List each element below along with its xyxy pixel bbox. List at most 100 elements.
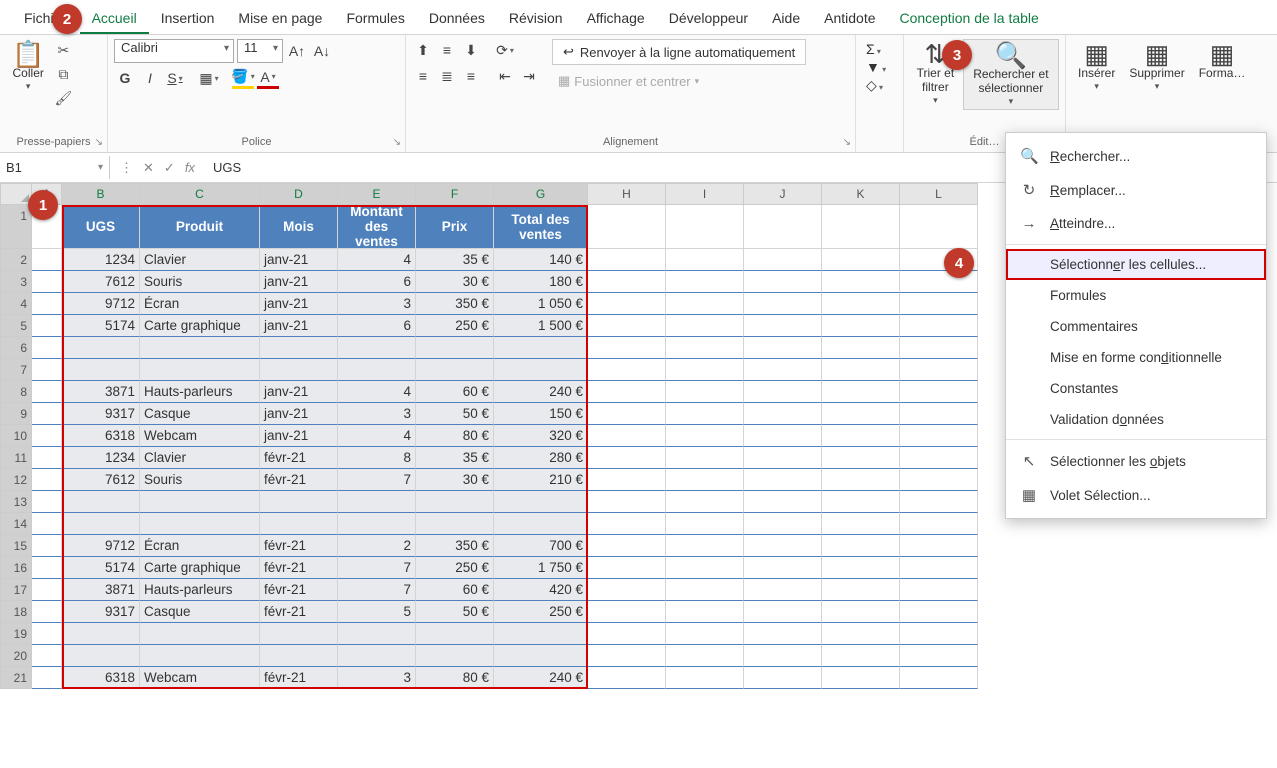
- table-cell[interactable]: [62, 359, 140, 381]
- col-header-F[interactable]: F: [416, 183, 494, 205]
- table-cell[interactable]: janv-21: [260, 403, 338, 425]
- table-cell[interactable]: 6: [338, 271, 416, 293]
- table-cell[interactable]: 7: [338, 469, 416, 491]
- underline-button[interactable]: S: [164, 67, 186, 89]
- table-cell[interactable]: Carte graphique: [140, 315, 260, 337]
- table-cell[interactable]: févr-21: [260, 601, 338, 623]
- insert-cells-button[interactable]: ▦ Insérer ▾: [1072, 39, 1121, 94]
- paste-button[interactable]: 📋 Coller ▾: [6, 39, 50, 94]
- borders-button[interactable]: ▦: [198, 67, 220, 89]
- table-cell[interactable]: 4: [338, 425, 416, 447]
- table-cell[interactable]: [494, 337, 588, 359]
- table-cell[interactable]: Carte graphique: [140, 557, 260, 579]
- row-header[interactable]: 21: [0, 667, 32, 689]
- table-cell[interactable]: Hauts-parleurs: [140, 579, 260, 601]
- table-cell[interactable]: [62, 623, 140, 645]
- table-cell[interactable]: 240 €: [494, 667, 588, 689]
- table-cell[interactable]: Hauts-parleurs: [140, 381, 260, 403]
- table-cell[interactable]: 1234: [62, 249, 140, 271]
- table-cell[interactable]: [62, 513, 140, 535]
- table-cell[interactable]: 180 €: [494, 271, 588, 293]
- row-header[interactable]: 16: [0, 557, 32, 579]
- table-cell[interactable]: 1234: [62, 447, 140, 469]
- table-cell[interactable]: 350 €: [416, 535, 494, 557]
- table-cell[interactable]: [140, 645, 260, 667]
- tab-formulas[interactable]: Formules: [334, 4, 416, 34]
- tab-table-design[interactable]: Conception de la table: [888, 4, 1051, 34]
- align-right-icon[interactable]: ≡: [460, 65, 482, 87]
- menu-item[interactable]: →Atteindre...: [1006, 207, 1266, 240]
- menu-item[interactable]: Constantes: [1006, 373, 1266, 404]
- table-cell[interactable]: févr-21: [260, 535, 338, 557]
- dialog-launcher-icon[interactable]: ↘: [843, 137, 851, 148]
- table-cell[interactable]: [140, 513, 260, 535]
- fill-icon[interactable]: ▼: [866, 59, 892, 75]
- table-cell[interactable]: Clavier: [140, 447, 260, 469]
- row-header[interactable]: 12: [0, 469, 32, 491]
- table-cell[interactable]: 3: [338, 667, 416, 689]
- row-header[interactable]: 18: [0, 601, 32, 623]
- table-cell[interactable]: 60 €: [416, 579, 494, 601]
- name-box[interactable]: B1: [0, 156, 110, 179]
- tab-help[interactable]: Aide: [760, 4, 812, 34]
- table-cell[interactable]: 140 €: [494, 249, 588, 271]
- table-cell[interactable]: Écran: [140, 293, 260, 315]
- table-cell[interactable]: 700 €: [494, 535, 588, 557]
- table-cell[interactable]: Écran: [140, 535, 260, 557]
- align-top-icon[interactable]: ⬆: [412, 39, 434, 61]
- table-cell[interactable]: 3871: [62, 381, 140, 403]
- table-cell[interactable]: 7612: [62, 469, 140, 491]
- menu-item[interactable]: Validation données: [1006, 404, 1266, 435]
- indent-increase-icon[interactable]: ⇥: [518, 65, 540, 87]
- tab-antidote[interactable]: Antidote: [812, 4, 887, 34]
- tab-review[interactable]: Révision: [497, 4, 575, 34]
- table-cell[interactable]: [260, 645, 338, 667]
- indent-decrease-icon[interactable]: ⇤: [494, 65, 516, 87]
- table-cell[interactable]: [260, 513, 338, 535]
- table-cell[interactable]: 6: [338, 315, 416, 337]
- table-header[interactable]: UGS: [62, 205, 140, 249]
- table-cell[interactable]: [416, 513, 494, 535]
- table-cell[interactable]: [494, 645, 588, 667]
- table-cell[interactable]: 8: [338, 447, 416, 469]
- table-cell[interactable]: janv-21: [260, 381, 338, 403]
- table-cell[interactable]: 250 €: [494, 601, 588, 623]
- row-header[interactable]: 15: [0, 535, 32, 557]
- table-cell[interactable]: 60 €: [416, 381, 494, 403]
- table-cell[interactable]: [338, 359, 416, 381]
- table-cell[interactable]: 2: [338, 535, 416, 557]
- table-cell[interactable]: [338, 337, 416, 359]
- table-cell[interactable]: [62, 645, 140, 667]
- font-color-button[interactable]: A: [257, 67, 279, 89]
- table-cell[interactable]: [416, 359, 494, 381]
- menu-item[interactable]: ↖Sélectionner les objets: [1006, 444, 1266, 478]
- table-cell[interactable]: 80 €: [416, 425, 494, 447]
- dialog-launcher-icon[interactable]: ↘: [393, 137, 401, 148]
- tab-data[interactable]: Données: [417, 4, 497, 34]
- table-cell[interactable]: [416, 491, 494, 513]
- font-name-combo[interactable]: Calibri: [114, 39, 234, 63]
- row-header[interactable]: 5: [0, 315, 32, 337]
- table-cell[interactable]: [140, 337, 260, 359]
- table-cell[interactable]: Clavier: [140, 249, 260, 271]
- tab-home[interactable]: Accueil: [80, 4, 149, 34]
- table-cell[interactable]: 1 050 €: [494, 293, 588, 315]
- table-cell[interactable]: févr-21: [260, 469, 338, 491]
- table-cell[interactable]: Souris: [140, 271, 260, 293]
- font-size-combo[interactable]: 11: [237, 39, 283, 63]
- bold-button[interactable]: G: [114, 67, 136, 89]
- row-header[interactable]: 10: [0, 425, 32, 447]
- table-cell[interactable]: 6318: [62, 425, 140, 447]
- table-cell[interactable]: [140, 491, 260, 513]
- col-header-E[interactable]: E: [338, 183, 416, 205]
- table-header[interactable]: Montant des ventes: [338, 205, 416, 249]
- col-header-L[interactable]: L: [900, 183, 978, 205]
- table-cell[interactable]: [338, 513, 416, 535]
- italic-button[interactable]: I: [139, 67, 161, 89]
- row-header[interactable]: 19: [0, 623, 32, 645]
- dialog-launcher-icon[interactable]: ↘: [95, 137, 103, 148]
- table-cell[interactable]: 3871: [62, 579, 140, 601]
- clear-icon[interactable]: ◇: [866, 77, 892, 94]
- table-cell[interactable]: 50 €: [416, 601, 494, 623]
- table-cell[interactable]: janv-21: [260, 315, 338, 337]
